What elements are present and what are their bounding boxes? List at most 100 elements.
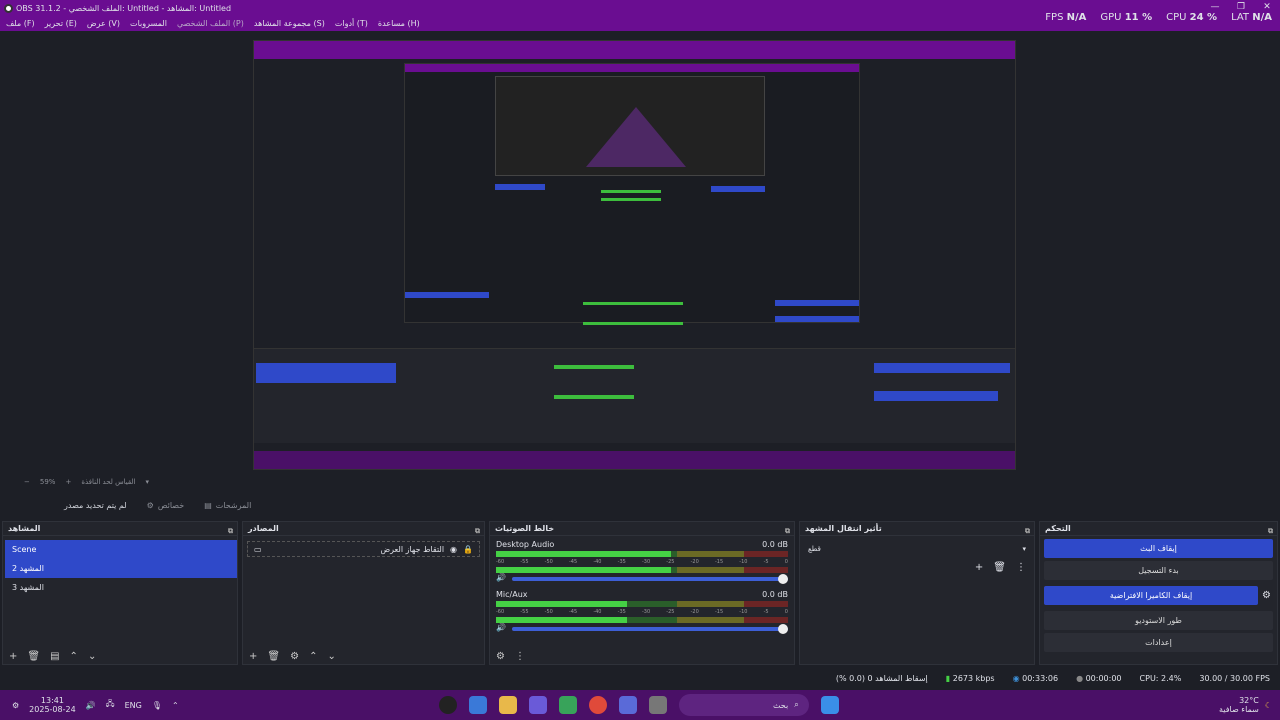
gear-icon[interactable]: ⚙ [1262, 590, 1271, 601]
stop-virtual-camera-button[interactable]: إيقاف الكاميرا الافتراضية [1044, 586, 1259, 605]
speaker-icon[interactable]: 🔊 [496, 573, 506, 582]
network-icon[interactable]: 🖧 [106, 698, 115, 712]
volume-meter [496, 601, 788, 607]
zoom-mode[interactable]: القياس لحد النافذة [81, 478, 135, 486]
windows-start-icon[interactable] [820, 696, 839, 714]
menu-view[interactable]: عرض (V) [87, 19, 120, 28]
nested-preview [404, 63, 860, 325]
meter-level [496, 601, 628, 607]
nested-title-bar [254, 41, 1015, 51]
menu-file[interactable]: ملف (F) [6, 19, 35, 28]
menu-profile[interactable]: الملف الشخصي (P) [177, 19, 244, 28]
folder-icon[interactable] [498, 696, 517, 714]
fps-stat: FPS N/A [1045, 12, 1087, 23]
discord-icon[interactable] [618, 696, 637, 714]
source-label: التقاط جهاز العرض [380, 544, 445, 554]
controls-dock: التحكم ⧉ إيقاف البث بدء التسجيل إيقاف الك… [1039, 521, 1278, 665]
language-indicator[interactable]: ENG [125, 701, 142, 710]
chevron-up-icon[interactable]: ⌃ [172, 701, 179, 710]
search-box[interactable]: بحث ⌕ [678, 694, 809, 716]
meter-tick-label: -60 [496, 609, 505, 615]
zoom-out-button[interactable]: − [24, 478, 30, 486]
nested-inner-preview [495, 76, 765, 176]
microphone-icon[interactable]: 🎙 [152, 701, 162, 710]
add-icon[interactable]: + [975, 562, 983, 573]
weather-widget[interactable]: 32°C سماء صافية [1219, 696, 1259, 714]
meter-tick-label: -55 [520, 559, 529, 565]
settings-button[interactable]: إعدادات [1044, 633, 1273, 652]
popout-icon[interactable]: ⧉ [785, 524, 790, 538]
mixer-title: خالط الصوتيات [495, 524, 555, 533]
start-recording-button[interactable]: بدء التسجيل [1044, 561, 1273, 580]
scene-item[interactable]: Scene [5, 540, 237, 559]
clock[interactable]: 13:41 2025-08-24 [29, 696, 76, 714]
meter-tick-label: 0 [784, 609, 788, 615]
nested-menu-bar [254, 51, 1015, 59]
more-icon[interactable]: ⋮ [515, 651, 525, 662]
shield-icon[interactable] [558, 696, 577, 714]
trash-icon[interactable]: 🗑 [27, 651, 40, 662]
speaker-icon[interactable]: 🔊 [86, 701, 96, 710]
preview-canvas[interactable] [253, 40, 1016, 470]
studio-mode-button[interactable]: طور الاستوديو [1044, 611, 1273, 630]
copilot-icon[interactable] [528, 696, 547, 714]
speaker-icon[interactable]: 🔊 [496, 623, 506, 632]
meter-tick-label: 0 [784, 559, 788, 565]
menu-edit[interactable]: تحرير (E) [45, 19, 77, 28]
nested-taskbar [254, 451, 1015, 469]
no-source-label: لم يتم تحديد مصدر [64, 500, 127, 510]
zoom-in-button[interactable]: + [65, 478, 71, 486]
meter-tick-label: -15 [714, 559, 724, 565]
stop-stream-button[interactable]: إيقاف البث [1044, 539, 1273, 558]
window-app-icon[interactable] [648, 696, 667, 714]
chevron-down-icon[interactable]: ▾ [146, 478, 150, 486]
meter-tick-label: -45 [568, 609, 578, 615]
filter-icon[interactable]: ▤ [50, 651, 59, 662]
gear-icon[interactable]: ⚙ [12, 701, 19, 710]
eye-icon[interactable]: ◉ [450, 545, 457, 554]
menu-help[interactable]: مساعدة (H) [378, 19, 420, 28]
meter-tick-label: -20 [690, 559, 699, 565]
popout-icon[interactable]: ⧉ [228, 524, 233, 538]
gear-icon[interactable]: ⚙ [290, 651, 299, 662]
volume-slider[interactable] [511, 574, 788, 584]
properties-label: خصائص [157, 500, 185, 510]
settings-icon[interactable]: ⚙ [496, 651, 505, 662]
popout-icon[interactable]: ⧉ [1268, 524, 1273, 538]
volume-meter [496, 617, 788, 623]
controls-title: التحكم [1045, 524, 1071, 533]
transition-select[interactable]: قطع ▾ [804, 542, 1030, 556]
menu-scene-collection[interactable]: مجموعة المشاهد (S) [254, 19, 325, 28]
store-icon[interactable] [468, 696, 487, 714]
status-bar: إسقاط المشاهد 0 (0.0 %) ▮ 2673 kbps ◉ 00… [0, 668, 1280, 688]
cpu-stat: CPU 24 % [1166, 12, 1218, 23]
zoom-bar: − 59% + القياس لحد النافذة ▾ [0, 476, 1280, 488]
source-item[interactable]: ▭ التقاط جهاز العرض ◉ 🔒 [247, 541, 480, 557]
more-icon[interactable]: ⋮ [1016, 562, 1026, 573]
arrow-up-icon[interactable]: ⌃ [70, 651, 78, 662]
menu-docks[interactable]: المسروبات [130, 19, 167, 28]
add-icon[interactable]: + [249, 651, 257, 662]
slider-handle[interactable] [778, 624, 788, 634]
trash-icon[interactable]: 🗑 [993, 562, 1006, 573]
meter-tick-label: -55 [520, 609, 529, 615]
arrow-down-icon[interactable]: ⌄ [327, 651, 335, 662]
chrome-icon[interactable] [588, 696, 607, 714]
volume-slider[interactable] [511, 624, 788, 634]
trash-icon[interactable]: 🗑 [267, 651, 280, 662]
lock-icon[interactable]: 🔒 [463, 545, 473, 554]
filters-button[interactable]: ▤ المرشحات [204, 501, 251, 510]
popout-icon[interactable]: ⧉ [1025, 524, 1030, 538]
scene-item[interactable]: المشهد 3 [5, 578, 237, 597]
meter-tick-label: -45 [568, 559, 578, 565]
obs-app-icon[interactable] [438, 696, 457, 714]
popout-icon[interactable]: ⧉ [475, 524, 480, 538]
properties-button[interactable]: ⚙ خصائص [147, 501, 185, 510]
scene-item[interactable]: المشهد 2 [5, 559, 237, 578]
slider-handle[interactable] [778, 574, 788, 584]
arrow-up-icon[interactable]: ⌃ [309, 651, 317, 662]
mixer-channel: Desktop Audio 0.0 dB -60 -55 -50 -45 -40 -35 -3… [490, 536, 794, 586]
menu-tools[interactable]: أدوات (T) [335, 19, 368, 28]
add-icon[interactable]: + [9, 651, 17, 662]
arrow-down-icon[interactable]: ⌄ [88, 651, 96, 662]
